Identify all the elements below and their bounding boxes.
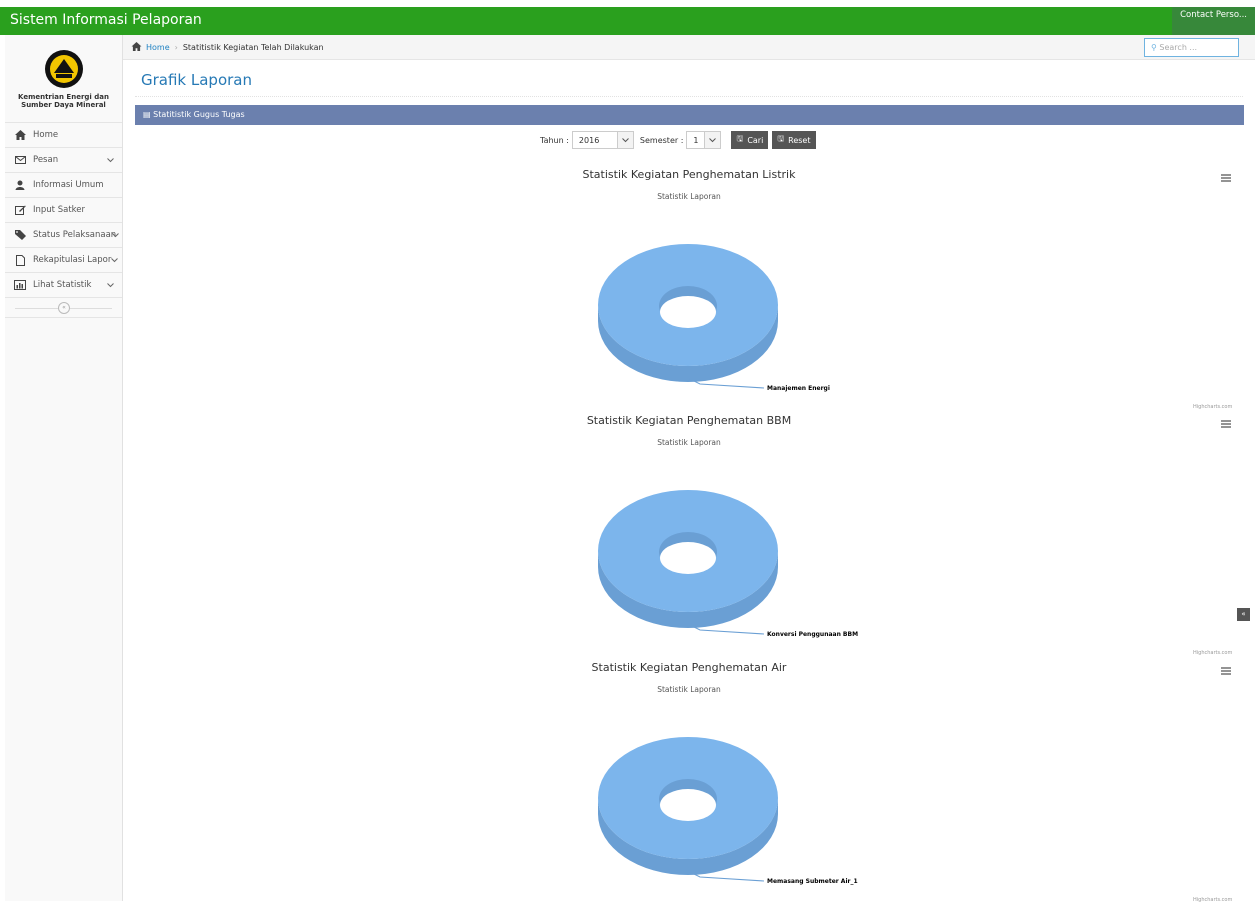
ministry-logo	[44, 50, 83, 88]
sidebar-item-label: Rekapitulasi Lapor	[33, 255, 112, 265]
chart-credit-link[interactable]: Highcharts.com	[1193, 650, 1232, 656]
chevron-down-icon	[112, 231, 119, 241]
sidebar-item-status-pelaksanaan[interactable]: Status Pelaksanaan	[5, 223, 122, 248]
search-input[interactable]: ⚲ Search ...	[1144, 38, 1239, 57]
chevron-down-icon	[111, 256, 118, 266]
breadcrumb-home-link[interactable]: Home	[146, 43, 170, 52]
edit-icon	[13, 205, 27, 215]
logo-area: Kementrian Energi dan Sumber Daya Minera…	[5, 35, 122, 123]
pie-data-label: Memasang Submeter Air_1	[767, 878, 858, 885]
search-button[interactable]: 🖫 Cari	[731, 131, 769, 149]
year-label: Tahun :	[540, 135, 569, 145]
sidebar-item-label: Home	[33, 130, 59, 140]
chevron-down-icon	[107, 281, 114, 291]
logo-text-line2: Sumber Daya Mineral	[21, 101, 106, 109]
pie-chart: Manajemen Energi	[598, 244, 830, 392]
pie-chart: Konversi Penggunaan BBM	[598, 490, 858, 638]
tag-icon	[13, 230, 27, 240]
chevron-down-icon	[704, 132, 721, 148]
chart-subtitle: Statistik Laporan	[657, 192, 721, 201]
chart-subtitle: Statistik Laporan	[657, 685, 721, 694]
search-button-label: Cari	[747, 135, 764, 145]
top-navbar: Sistem Informasi Pelaporan Contact Perso…	[0, 7, 1255, 35]
sidebar-item-label: Input Satker	[33, 205, 85, 215]
save-icon: 🖫	[777, 134, 785, 143]
home-icon	[13, 130, 27, 140]
chevron-down-icon	[107, 156, 114, 166]
sidebar-item-pesan[interactable]: Pesan	[5, 148, 122, 173]
widget-header: ▤ Statitistik Gugus Tugas	[135, 105, 1244, 125]
year-select[interactable]: 2016	[571, 131, 634, 149]
sidebar: Kementrian Energi dan Sumber Daya Minera…	[5, 35, 123, 901]
chart-menu-icon[interactable]	[1221, 174, 1231, 182]
sidebar-collapse-icon[interactable]: «	[58, 302, 70, 314]
sidebar-item-rekapitulasi-laporan[interactable]: Rekapitulasi Lapor	[5, 248, 122, 273]
chevron-down-icon	[616, 132, 633, 148]
sidebar-item-input-satker[interactable]: Input Satker	[5, 198, 122, 223]
chart-title: Statistik Kegiatan Penghematan BBM	[586, 414, 792, 427]
chart-menu-icon[interactable]	[1221, 420, 1231, 428]
file-icon	[13, 254, 27, 266]
chart-title: Statistik Kegiatan Penghematan Listrik	[582, 168, 796, 181]
semester-select-value: 1	[693, 135, 699, 145]
reset-button[interactable]: 🖫 Reset	[772, 131, 816, 149]
save-icon: 🖫	[736, 134, 744, 143]
sidebar-collapse-row: «	[5, 298, 122, 318]
app-title[interactable]: Sistem Informasi Pelaporan	[10, 12, 202, 28]
breadcrumb: Home › Statitistik Kegiatan Telah Dilaku…	[123, 35, 1255, 60]
chart-subtitle: Statistik Laporan	[657, 438, 721, 447]
chevron-up-icon: «	[1241, 610, 1246, 618]
sidebar-item-home[interactable]: Home	[5, 123, 122, 148]
pie-data-label: Konversi Penggunaan BBM	[767, 631, 858, 638]
scroll-to-top-button[interactable]: «	[1237, 608, 1250, 621]
reset-button-label: Reset	[788, 135, 811, 145]
semester-select[interactable]: 1	[686, 131, 722, 149]
year-select-value: 2016	[578, 135, 600, 145]
filter-bar: Tahun : 2016 Semester : 1 🖫 Cari 🖫 Reset	[540, 131, 816, 149]
page-title: Grafik Laporan	[141, 71, 252, 89]
search-placeholder: Search ...	[1159, 43, 1198, 52]
search-icon: ⚲	[1151, 43, 1157, 52]
user-icon	[13, 180, 27, 190]
widget-title: Statitistik Gugus Tugas	[153, 110, 245, 119]
sidebar-item-label: Lihat Statistik	[33, 280, 92, 290]
sidebar-item-label: Informasi Umum	[33, 180, 104, 190]
donut-hole	[660, 542, 716, 574]
pie-data-label: Manajemen Energi	[767, 385, 830, 392]
home-icon	[131, 42, 142, 53]
sidebar-item-label: Pesan	[33, 155, 59, 165]
chart-credit-link[interactable]: Highcharts.com	[1193, 404, 1232, 410]
donut-hole	[660, 296, 716, 328]
envelope-icon	[13, 156, 27, 164]
table-icon: ▤	[143, 110, 151, 119]
donut-hole	[660, 789, 716, 821]
chart-menu-icon[interactable]	[1221, 667, 1231, 675]
logo-text-line1: Kementrian Energi dan	[18, 93, 109, 101]
chart-credit-link[interactable]: Highcharts.com	[1193, 897, 1232, 903]
pie-chart: Memasang Submeter Air_1	[598, 737, 858, 885]
contact-person-button[interactable]: Contact Perso...	[1172, 7, 1255, 35]
sidebar-item-lihat-statistik[interactable]: Lihat Statistik	[5, 273, 122, 298]
sidebar-item-label: Status Pelaksanaan	[33, 230, 117, 240]
sidebar-item-informasi-umum[interactable]: Informasi Umum	[5, 173, 122, 198]
semester-label: Semester :	[639, 135, 684, 145]
bar-chart-icon	[13, 280, 27, 290]
breadcrumb-current: Statitistik Kegiatan Telah Dilakukan	[182, 43, 324, 52]
chart-title: Statistik Kegiatan Penghematan Air	[591, 661, 787, 674]
